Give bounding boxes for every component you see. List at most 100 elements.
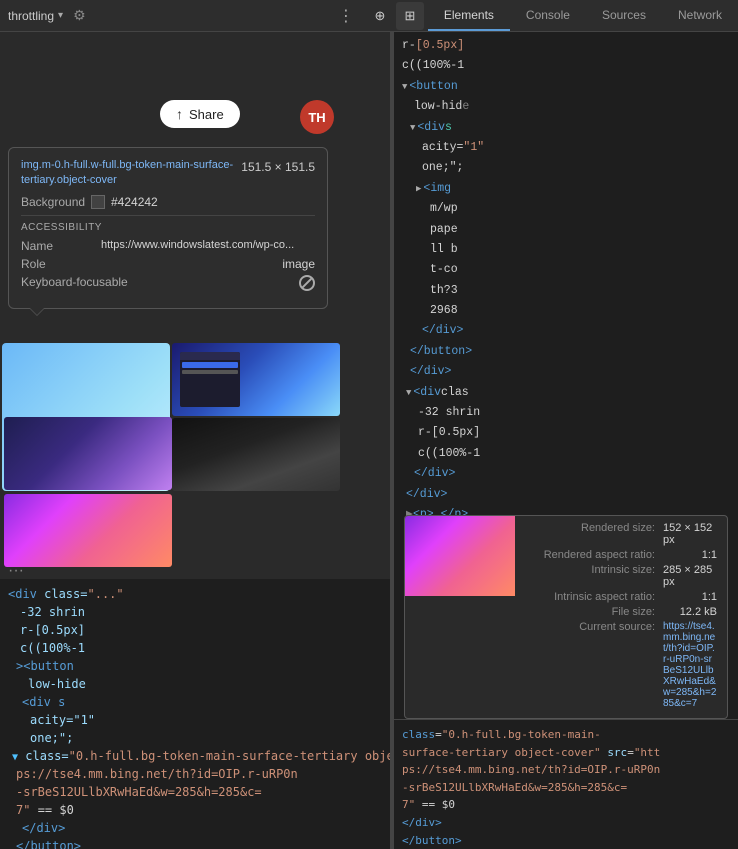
role-label: Role [21,257,101,271]
rendered-aspect-value: 1:1 [702,549,717,561]
thumbnail-small-3 [4,417,172,490]
intrinsic-size-value: 285 × 285 px [663,564,717,588]
color-value: #424242 [111,195,158,209]
background-label: Background [21,195,91,209]
tree-line: ▼ <div s [402,118,730,138]
file-size-label: File size: [525,606,655,618]
left-panel: ↑ Share TH img.m-0.h-full.w-full.bg-toke… [0,32,390,849]
image-info-body: Rendered size: 152 × 152 px Rendered asp… [515,516,727,718]
tree-line: </div> [402,485,730,505]
rendered-size-label: Rendered size: [525,522,655,546]
dom-tree-panel: <div class="..." -32 shrin r-[0.5px] c((… [0,579,390,849]
accessibility-role-row: Role image [21,257,315,271]
tree-line: </button> [402,342,730,362]
tree-line: </div> [402,321,730,341]
rendered-aspect-row: Rendered aspect ratio: 1:1 [525,549,717,561]
styles-line: </div> [402,814,730,832]
expand-arrow-icon[interactable]: ▼ [402,386,411,400]
expand-arrow-icon[interactable]: ▼ [402,80,407,94]
dom-line: <div class="..." [8,585,382,603]
name-value: https://www.windowslatest.com/wp-co... [101,239,315,253]
tree-line: </div> [402,464,730,484]
tree-line: pape [402,220,730,240]
tree-line: th?3 [402,281,730,301]
tab-sources[interactable]: Sources [586,0,662,31]
intrinsic-aspect-value: 1:1 [702,591,717,603]
intrinsic-size-label: Intrinsic size: [525,564,655,588]
accessibility-header: ACCESSIBILITY [21,222,315,233]
styles-line: ps://tse4.mm.bing.net/th?id=OIP.r-uRP0n [402,761,730,779]
current-source-label: Current source: [525,621,655,709]
tooltip-dimensions: 151.5 × 151.5 [241,160,315,174]
current-source-value: https://tse4.mm.bing.net/th?id=OIP.r-uRP… [663,621,717,709]
dom-selected-line-2: ps://tse4.mm.bing.net/th?id=OIP.r-uRP0n [8,765,382,783]
dom-line: </button> [8,837,382,849]
divider [21,215,315,216]
throttling-label: throttling [8,9,54,23]
thumbnail-small-1 [172,343,340,416]
image-tooltip-header: Rendered size: 152 × 152 px Rendered asp… [405,516,727,718]
share-button[interactable]: ↑ Share [160,100,240,128]
dom-line: acity="1" [8,711,382,729]
tree-line: 2968 [402,301,730,321]
upload-icon: ↑ [176,106,183,122]
dom-line: <div s [8,693,382,711]
chevron-down-icon[interactable]: ▾ [58,10,63,21]
file-size-row: File size: 12.2 kB [525,606,717,618]
tree-line: c((100%-1 [402,56,730,76]
thumbnail-group [172,343,340,491]
tree-line: c((100%-1 [402,444,730,464]
dom-line: ><button [8,657,382,675]
right-panel: r-[0.5px] c((100%-1 ▼ <button low-hide ▼… [394,32,738,849]
styles-line: </button> [402,832,730,849]
dom-selected-line[interactable]: ▼ class="0.h-full.bg-token-main-surface-… [8,747,382,765]
styles-line: surface-tertiary object-cover" src="htt [402,744,730,762]
tree-line: low-hide [402,97,730,117]
styles-line: -srBeS12ULlbXRwHaEd&w=285&h=285&c= [402,779,730,797]
more-options-button[interactable]: ⋮ [330,6,362,26]
tree-line: m/wp [402,199,730,219]
tree-line: one;"; [402,158,730,178]
dom-line: r-[0.5px] [8,621,382,639]
tree-line: t-co [402,260,730,280]
intrinsic-aspect-row: Intrinsic aspect ratio: 1:1 [525,591,717,603]
tree-line: r-[0.5px] [402,423,730,443]
tab-elements[interactable]: Elements [428,0,510,31]
rendered-size-value: 152 × 152 px [663,522,717,546]
settings-icon[interactable]: ⚙ [73,7,86,24]
tree-line: ▼ <div clas [402,383,730,403]
main-layout: ↑ Share TH img.m-0.h-full.w-full.bg-toke… [0,32,738,849]
dom-selected-line-4: 7" == $0 [8,801,382,819]
tab-console[interactable]: Console [510,0,586,31]
rendered-aspect-label: Rendered aspect ratio: [525,549,655,561]
expand-arrow-icon[interactable]: ▼ [402,121,415,135]
blocked-circle-icon [299,275,315,291]
styles-line: 7" == $0 [402,796,730,814]
intrinsic-aspect-label: Intrinsic aspect ratio: [525,591,655,603]
image-preview [405,516,515,596]
expand-arrow-icon[interactable]: ▶ [402,182,421,196]
tooltip-background-row: Background #424242 [21,195,315,209]
keyboard-label: Keyboard-focusable [21,275,128,294]
accessibility-name-row: Name https://www.windowslatest.com/wp-co… [21,239,315,253]
devtools-toolbar: ⊕ ⊞ [362,2,428,30]
devtools-tabs: Elements Console Sources Network [428,0,738,31]
keyboard-focusable-icon [299,275,315,294]
avatar: TH [300,100,334,134]
inspect-element-button[interactable]: ⊕ [366,2,394,30]
name-label: Name [21,239,101,253]
tree-line: ll b [402,240,730,260]
styles-class-attr: class [402,728,435,741]
tree-line: r-[0.5px] [402,36,730,56]
tree-line: -32 shrin [402,403,730,423]
tree-line: acity="1" [402,138,730,158]
thumbnails-area [0,341,390,569]
tree-line: </div> [402,362,730,382]
device-toggle-button[interactable]: ⊞ [396,2,424,30]
element-tooltip: img.m-0.h-full.w-full.bg-token-main-surf… [8,147,328,309]
devtools-right-content: r-[0.5px] c((100%-1 ▼ <button low-hide ▼… [394,32,738,849]
top-bar: throttling ▾ ⚙ ⋮ ⊕ ⊞ Elements Console So… [0,0,738,32]
dom-line: one;"; [8,729,382,747]
thumbnail-small-2 [172,418,340,491]
tab-network[interactable]: Network [662,0,738,31]
